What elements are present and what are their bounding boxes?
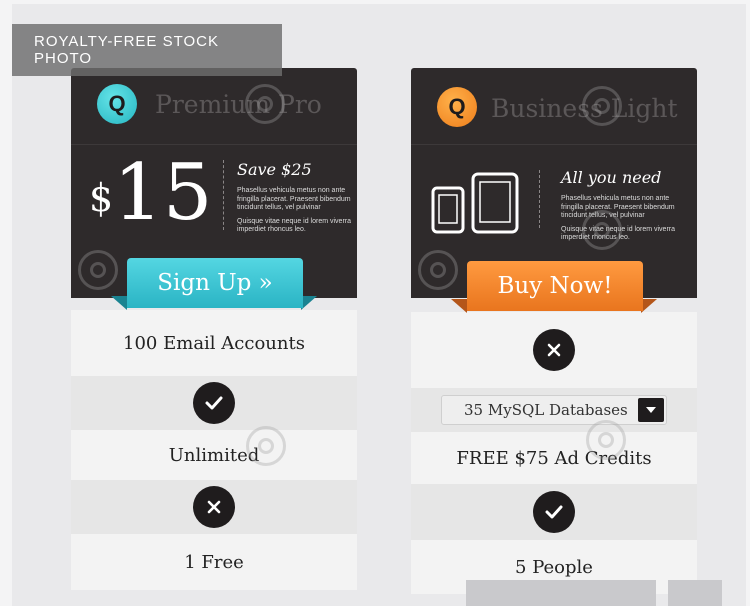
- pricing-card-premium: Q Premium Pro $15 Save $25 Phasellus veh…: [71, 68, 357, 600]
- card-title-bar: Q Business Light: [411, 68, 697, 145]
- watermark-spiral-icon: [418, 250, 458, 290]
- feature-row: [71, 480, 357, 534]
- price-currency: $: [89, 176, 114, 220]
- feature-row: 100 Email Accounts: [71, 310, 357, 376]
- promo-text: Quisque vitae neque id lorem viverra imp…: [561, 225, 676, 242]
- databases-select[interactable]: 35 MySQL Databases: [441, 395, 667, 425]
- feature-row: [411, 312, 697, 388]
- bottom-arrow-button: [668, 580, 722, 606]
- watermark-spiral-icon: [582, 210, 622, 250]
- watermark-spiral-icon: [245, 84, 285, 124]
- feature-row: FREE $75 Ad Credits: [411, 432, 697, 484]
- plan-logo: Q: [437, 87, 477, 127]
- cross-icon: [193, 486, 235, 528]
- bottom-bar: [466, 580, 656, 606]
- feature-row: 35 MySQL Databases: [411, 388, 697, 432]
- watermark-spiral-icon: [78, 250, 118, 290]
- promo-text: Quisque vitae neque id lorem viverra imp…: [237, 217, 352, 234]
- watermark-spiral-icon: [586, 420, 626, 460]
- feature-row: [411, 484, 697, 540]
- pricing-card-business: Q Business Light All you need Phasellus …: [411, 68, 697, 600]
- check-icon: [193, 382, 235, 424]
- buy-now-button[interactable]: Buy Now!: [467, 261, 643, 311]
- sign-up-label: Sign Up »: [157, 270, 273, 296]
- feature-people: 5 People: [515, 556, 593, 578]
- price: $15: [89, 154, 212, 232]
- check-icon: [533, 491, 575, 533]
- databases-select-value: 35 MySQL Databases: [464, 401, 628, 419]
- buy-now-label: Buy Now!: [497, 273, 613, 299]
- watermark-spiral-icon: [246, 426, 286, 466]
- feature-email-accounts: 100 Email Accounts: [123, 332, 305, 354]
- feature-row: Unlimited: [71, 430, 357, 480]
- logo-letter: Q: [448, 94, 466, 119]
- price-amount: 15: [113, 148, 213, 238]
- cross-icon: [533, 329, 575, 371]
- promo-title: All you need: [561, 168, 662, 187]
- chevron-down-icon[interactable]: [638, 398, 664, 422]
- dashed-divider: [223, 160, 224, 230]
- watermark-spiral-icon: [582, 86, 622, 126]
- feature-row: 1 Free: [71, 534, 357, 590]
- card-features: 35 MySQL Databases FREE $75 Ad Credits 5…: [411, 298, 697, 600]
- promo-text: Phasellus vehicula metus non ante fringi…: [561, 195, 675, 219]
- plan-logo: Q: [97, 84, 137, 124]
- feature-free: 1 Free: [184, 551, 244, 573]
- logo-letter: Q: [108, 91, 126, 116]
- promo-block: All you need Phasellus vehicula metus no…: [561, 168, 691, 248]
- dashed-divider: [539, 170, 540, 228]
- card-features: 100 Email Accounts Unlimited 1 Free: [71, 298, 357, 600]
- feature-row: [71, 376, 357, 430]
- sign-up-button[interactable]: Sign Up »: [127, 258, 303, 308]
- promo-block: Save $25 Phasellus vehicula metus non an…: [237, 160, 355, 240]
- stock-photo-badge: ROYALTY-FREE STOCK PHOTO: [12, 24, 282, 76]
- promo-text: Phasellus vehicula metus non ante fringi…: [237, 187, 351, 211]
- devices-icon: [431, 172, 519, 234]
- badge-label: ROYALTY-FREE STOCK PHOTO: [34, 33, 219, 67]
- promo-title: Save $25: [237, 160, 312, 179]
- card-title-bar: Q Premium Pro: [71, 68, 357, 145]
- plan-name: Premium Pro: [155, 90, 322, 119]
